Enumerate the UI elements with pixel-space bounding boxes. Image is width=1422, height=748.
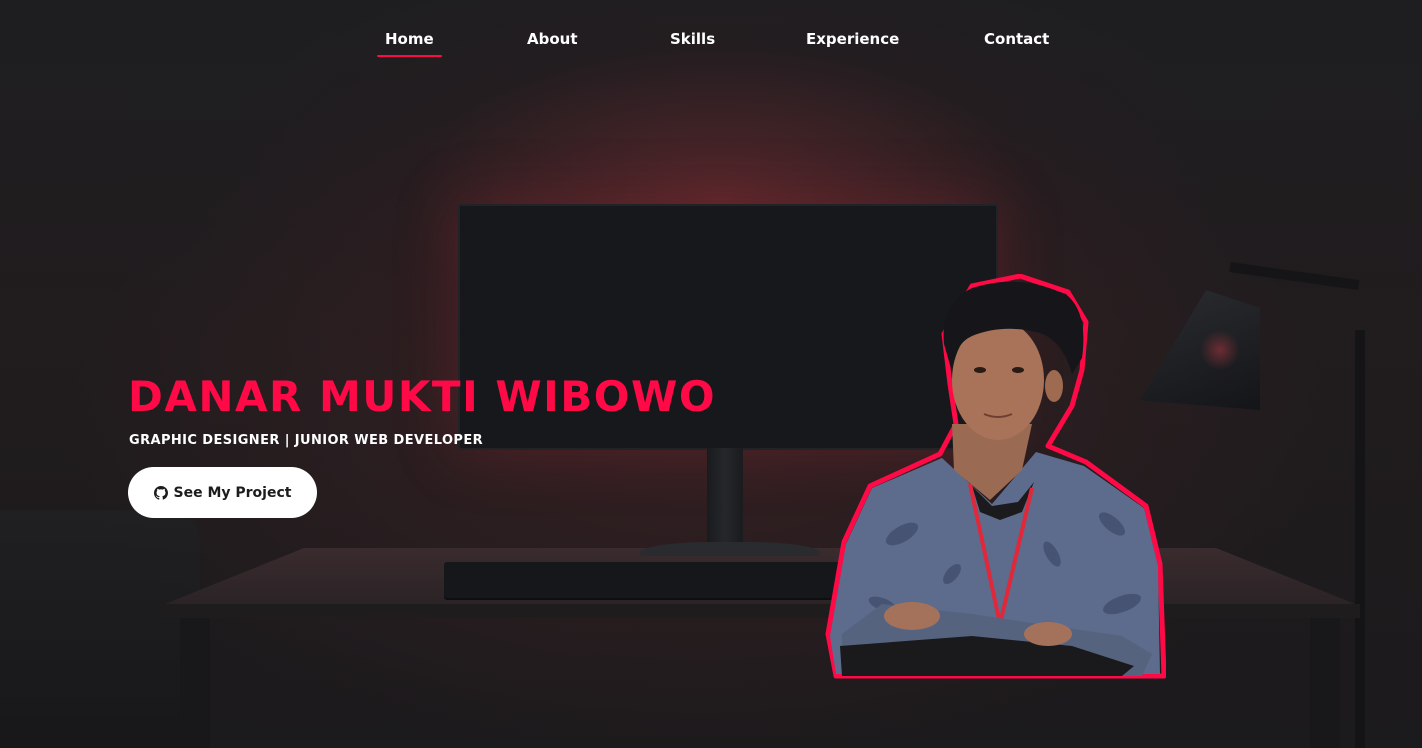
github-icon bbox=[153, 485, 168, 500]
lamp-arm bbox=[1229, 262, 1360, 291]
hero-section: Home About Skills Experience Contact DAN… bbox=[0, 0, 1422, 748]
nav-experience[interactable]: Experience bbox=[806, 30, 899, 48]
hero-role: GRAPHIC DESIGNER | JUNIOR WEB DEVELOPER bbox=[129, 433, 484, 448]
monitor-base bbox=[640, 542, 820, 556]
monitor-stand bbox=[707, 448, 743, 546]
desk-leg-left bbox=[180, 618, 210, 748]
portrait-photo bbox=[825, 274, 1166, 679]
lamp-glow bbox=[1200, 330, 1240, 370]
cta-label: See My Project bbox=[173, 484, 292, 501]
chair-silhouette bbox=[0, 510, 200, 748]
see-my-project-button[interactable]: See My Project bbox=[128, 467, 317, 518]
nav-home[interactable]: Home bbox=[377, 30, 442, 57]
nav-about[interactable]: About bbox=[527, 30, 578, 48]
keyboard bbox=[444, 562, 844, 598]
nav-skills[interactable]: Skills bbox=[670, 30, 715, 48]
desk-edge bbox=[160, 604, 1360, 618]
desk-leg-right bbox=[1310, 618, 1340, 748]
lamp-pole bbox=[1355, 330, 1365, 748]
nav-contact[interactable]: Contact bbox=[984, 30, 1049, 48]
hero-name: DANAR MUKTI WIBOWO bbox=[128, 372, 717, 421]
main-nav: Home About Skills Experience Contact bbox=[0, 0, 1422, 80]
